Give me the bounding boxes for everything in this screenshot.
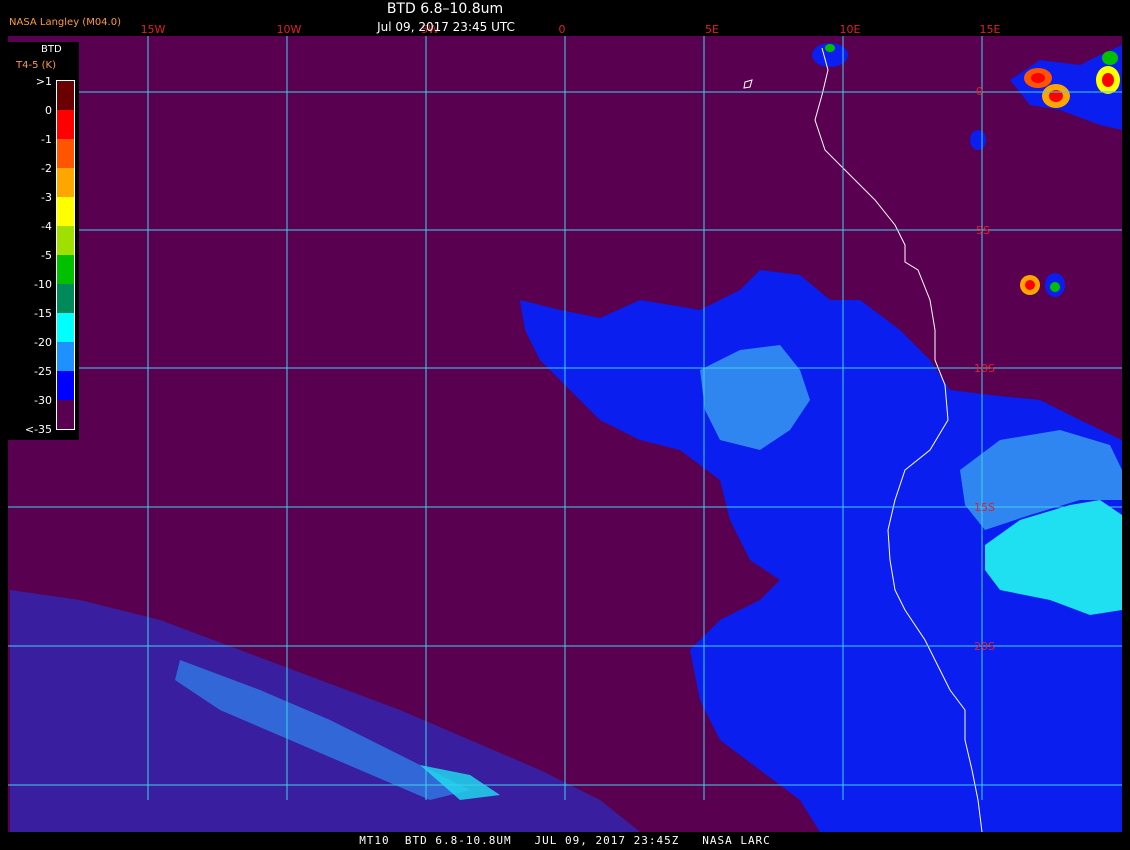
legend-swatch xyxy=(57,284,74,313)
footer-caption: MT10 BTD 6.8-10.8UM JUL 09, 2017 23:45Z … xyxy=(359,834,771,847)
legend-swatch xyxy=(57,168,74,197)
legend-label: -15 xyxy=(34,307,52,320)
legend-label: -30 xyxy=(34,394,52,407)
legend-swatch xyxy=(57,110,74,139)
legend-swatch xyxy=(57,342,74,371)
legend-label: -10 xyxy=(34,278,52,291)
legend-title: BTD xyxy=(41,44,62,55)
latitude-label: 15S xyxy=(974,501,995,514)
image-timestamp: Jul 09, 2017 23:45 UTC xyxy=(377,20,515,34)
legend-swatch xyxy=(57,255,74,284)
header: BTD 6.8–10.8um Jul 09, 2017 23:45 UTC NA… xyxy=(0,0,1130,36)
legend-label: 0 xyxy=(45,104,52,117)
legend-label: -25 xyxy=(34,365,52,378)
legend-swatch xyxy=(57,81,74,110)
legend-swatch xyxy=(57,139,74,168)
color-legend: BTD T4-5 (K) >1 0 -1 -2 -3 -4 -5 -10 -15 -20 -25 -3… xyxy=(8,42,79,440)
legend-swatch xyxy=(57,226,74,255)
legend-swatch xyxy=(57,371,74,400)
latitude-label: 20S xyxy=(974,640,995,653)
legend-units: T4-5 (K) xyxy=(16,60,56,71)
latitude-label: 0 xyxy=(976,85,983,98)
latitude-label: 5S xyxy=(976,224,990,237)
legend-swatch xyxy=(57,313,74,342)
legend-label: -2 xyxy=(41,162,52,175)
legend-swatch xyxy=(57,400,74,429)
legend-swatch xyxy=(57,197,74,226)
legend-label: -3 xyxy=(41,191,52,204)
legend-color-bar xyxy=(56,80,75,430)
legend-label: -4 xyxy=(41,220,52,233)
legend-label: -5 xyxy=(41,249,52,262)
legend-label: -20 xyxy=(34,336,52,349)
latitude-label: 10S xyxy=(974,362,995,375)
product-title: BTD 6.8–10.8um xyxy=(386,1,504,17)
legend-label: -1 xyxy=(41,133,52,146)
map-canvas: 15W 10W 5W 0 5E 10E 15E 0 5S 10S 15S 20S xyxy=(8,23,1122,833)
source-credit: NASA Langley (M04.0) xyxy=(9,17,121,28)
legend-label: <-35 xyxy=(24,423,52,436)
satellite-image-page: 15W 10W 5W 0 5E 10E 15E 0 5S 10S 15S 20S… xyxy=(0,0,1130,850)
legend-label: >1 xyxy=(35,75,52,88)
